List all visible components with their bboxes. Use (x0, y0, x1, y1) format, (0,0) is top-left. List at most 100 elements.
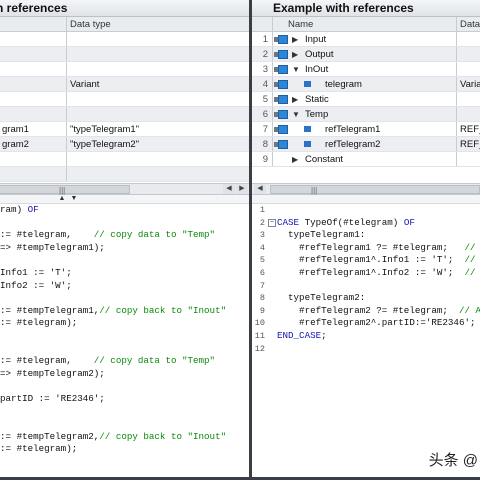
line-number: 4 (259, 242, 265, 253)
scroll-left-arrow-icon[interactable]: ◀ (223, 184, 235, 194)
code-statement: C := #tempTelegram1, (0, 304, 100, 316)
expand-arrow-icon[interactable]: ▶ (292, 152, 298, 167)
code-text: C := #tempTelegram2,// copy back to "Ino… (0, 431, 226, 444)
interface-tag-icon (274, 95, 288, 104)
line-number: 2 (259, 217, 265, 228)
row-data-type (460, 152, 480, 167)
code-line: 4 #refTelegram1 ?= #telegram; // (252, 242, 480, 255)
table-row[interactable]: 4 telegram Varia (252, 77, 480, 92)
code-text: 1.Info1 := 'T'; (0, 266, 72, 278)
code-text: #refTelegram1^.Info1 := 'T'; // (277, 254, 476, 266)
code-comment: // copy data to "Temp" (93, 229, 216, 241)
row-name: telegram (325, 79, 362, 90)
row-name: Static (305, 94, 329, 105)
code-line: 7 (252, 280, 480, 293)
table-row[interactable]: Variant (0, 77, 249, 92)
table-row[interactable] (0, 107, 249, 122)
table-row[interactable] (0, 167, 249, 182)
table-row[interactable]: 3 ▼ InOut (252, 62, 480, 77)
right-code-editor[interactable]: 1 2− CASE TypeOf(#telegram) OF 3 typeTelegr… (252, 204, 480, 477)
table-row[interactable]: 7 refTelegram1 REF_ (252, 122, 480, 137)
table-row[interactable]: 8 refTelegram2 REF_ (252, 137, 480, 152)
collapse-arrow-icon[interactable]: ▼ (292, 62, 300, 77)
table-row[interactable]: 1 ▶ Input (252, 32, 480, 47)
right-interface-table: 1 ▶ Input 2 ▶ Output 3 ▼ InOut 4 telegram Varia 5 ▶ St… (252, 32, 480, 183)
expand-arrow-icon[interactable]: ▶ (292, 32, 298, 47)
code-text: C := #telegram, // copy data to "Temp" (0, 355, 215, 368)
code-line: 9 #refTelegram2 ?= #telegram; // A (252, 305, 480, 318)
table-row[interactable]: gram1 "typeTelegram1" (0, 122, 249, 137)
row-name (2, 152, 64, 167)
splitter-down-arrow-icon[interactable]: ▼ (68, 195, 80, 203)
row-name: Input (305, 34, 327, 45)
row-data-type (460, 107, 480, 122)
line-number: 6 (259, 267, 265, 278)
collapse-arrow-icon[interactable]: ▼ (292, 107, 300, 122)
table-row[interactable]: 6 ▼ Temp (252, 107, 480, 122)
code-line: T := #telegram); (0, 443, 249, 456)
scroll-right-arrow-icon[interactable]: ▶ (236, 184, 248, 194)
code-line: T => #tempTelegram2); (0, 368, 249, 381)
table-row[interactable]: 2 ▶ Output (252, 47, 480, 62)
code-line: C := #telegram, // copy data to "Temp" (0, 355, 249, 368)
left-code-editor[interactable]: egram) OF C := #telegram, // copy data to… (0, 204, 249, 477)
code-comment: // A (458, 304, 480, 316)
row-name: gram1 (2, 124, 29, 135)
grip-icon: ||| (311, 186, 318, 195)
table-row[interactable] (0, 62, 249, 77)
row-name: Temp (305, 109, 329, 120)
table-row[interactable] (0, 47, 249, 62)
row-name: Constant (305, 154, 344, 165)
splitter-up-arrow-icon[interactable]: ▲ (56, 195, 68, 203)
line-number: 5 (259, 255, 265, 266)
left-scroll-thumb[interactable]: ||| (0, 185, 130, 195)
table-row[interactable] (0, 92, 249, 107)
left-col-type-header[interactable]: Data type (70, 17, 111, 32)
left-splitter[interactable]: ▲ ▼ (0, 195, 249, 204)
right-col-type-header[interactable]: Data (460, 17, 480, 32)
row-data-type (460, 62, 480, 77)
right-splitter[interactable] (252, 195, 480, 204)
code-text: T := #telegram); (0, 443, 78, 455)
code-line: 5 #refTelegram1^.Info1 := 'T'; // (252, 254, 480, 267)
table-row[interactable] (0, 152, 249, 167)
table-row[interactable] (0, 32, 249, 47)
code-text: typeTelegram2: (277, 292, 366, 304)
code-line: 1 (252, 204, 480, 217)
left-horizontal-scrollbar[interactable]: ||| ◀ ▶ (0, 183, 249, 195)
row-name (2, 62, 64, 77)
table-row[interactable]: 5 ▶ Static (252, 92, 480, 107)
table-row[interactable]: gram2 "typeTelegram2" (0, 137, 249, 152)
code-text: T := #telegram); (0, 317, 78, 329)
line-number: 11 (254, 330, 265, 341)
right-scroll-thumb[interactable]: ||| (270, 185, 480, 195)
interface-tag-icon (274, 50, 288, 59)
row-name: refTelegram1 (325, 124, 381, 135)
code-statement: C := #tempTelegram2, (0, 430, 100, 442)
row-data-type (460, 47, 480, 62)
scroll-left-arrow-icon[interactable]: ◀ (254, 184, 266, 194)
row-data-type: "typeTelegram1" (70, 124, 140, 135)
row-data-type: "typeTelegram2" (70, 139, 140, 150)
keyword: CASE (277, 216, 300, 228)
row-name: Output (305, 49, 334, 60)
row-name: InOut (305, 64, 329, 75)
line-number: 1 (259, 205, 265, 215)
right-horizontal-scrollbar[interactable]: ||| ◀ (252, 183, 480, 195)
fold-collapse-icon[interactable]: − (268, 218, 276, 227)
expand-arrow-icon[interactable]: ▶ (292, 92, 298, 107)
row-data-type: REF_ (460, 139, 480, 150)
code-text: T => #tempTelegram1); (0, 241, 105, 253)
row-number: 6 (262, 109, 268, 120)
row-data-type (460, 32, 480, 47)
right-col-name-header[interactable]: Name (288, 17, 313, 32)
variable-icon (304, 126, 311, 132)
code-line: C := #tempTelegram2,// copy back to "Ino… (0, 431, 249, 444)
code-text: CASE TypeOf(#telegram) OF (277, 216, 415, 228)
row-name (2, 167, 64, 182)
line-number: 12 (254, 343, 265, 354)
expand-arrow-icon[interactable]: ▶ (292, 47, 298, 62)
table-row[interactable]: 9 ▶ Constant (252, 152, 480, 167)
